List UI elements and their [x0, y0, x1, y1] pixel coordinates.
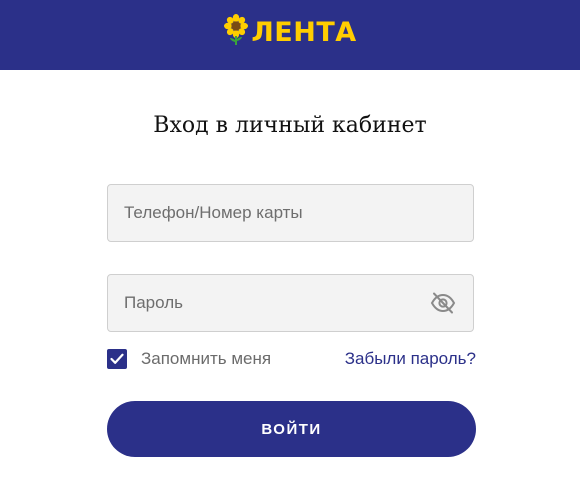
- site-header: ЛЕНТА: [0, 0, 580, 70]
- remember-me-checkbox[interactable]: Запомнить меня: [107, 348, 271, 370]
- password-input[interactable]: [108, 275, 430, 331]
- remember-me-label: Запомнить меня: [141, 349, 272, 368]
- login-button[interactable]: ВОЙТИ: [107, 401, 476, 457]
- logo[interactable]: ЛЕНТА: [223, 13, 357, 51]
- phone-input[interactable]: [108, 185, 473, 241]
- eye-slash-icon[interactable]: [430, 292, 456, 314]
- phone-field-wrapper: [107, 184, 474, 242]
- logo-text: ЛЕНТА: [251, 16, 357, 48]
- sunflower-icon: [223, 13, 249, 51]
- forgot-password-link[interactable]: Забыли пароль?: [345, 348, 476, 370]
- checkbox-checked-icon[interactable]: [107, 349, 127, 369]
- password-field-wrapper: [107, 274, 474, 332]
- page-title: Вход в личный кабинет: [153, 113, 427, 138]
